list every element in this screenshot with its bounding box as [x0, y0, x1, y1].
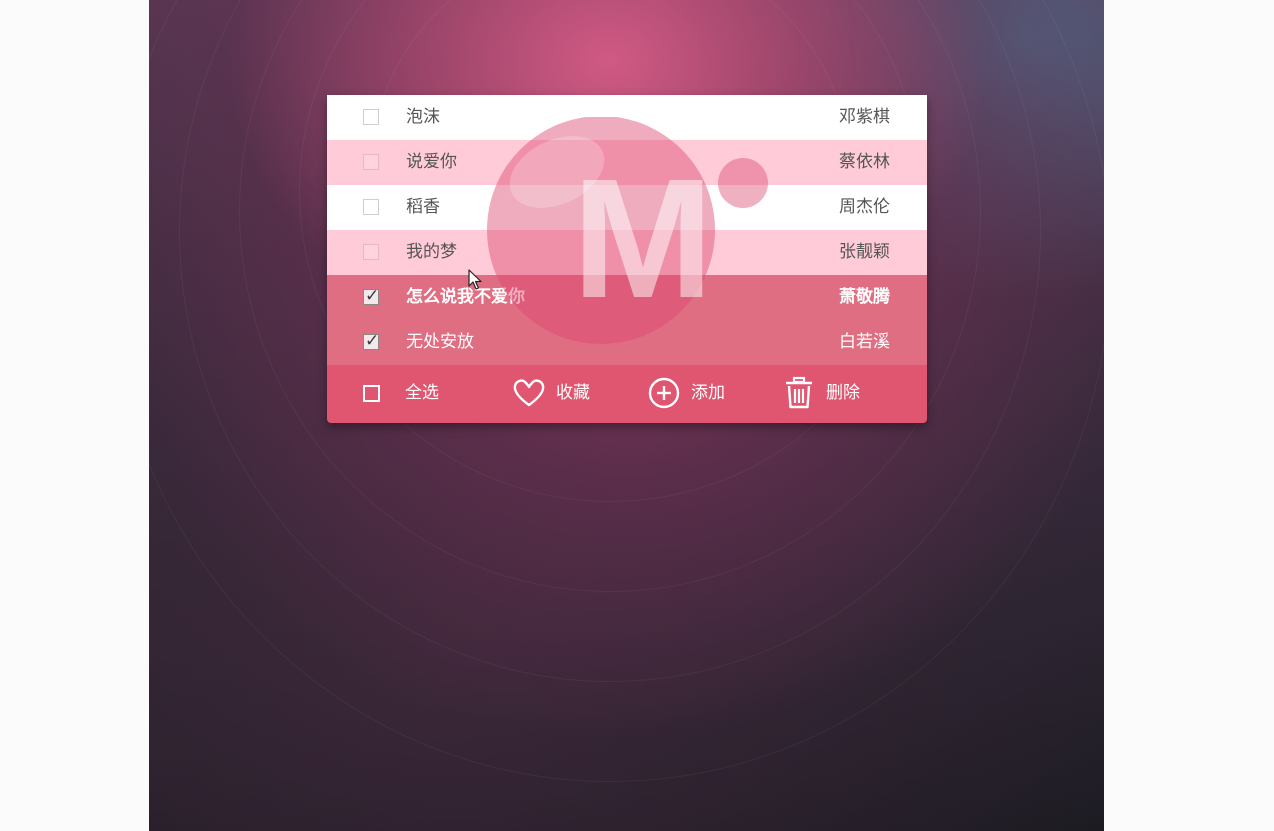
plus-circle-icon[interactable] — [647, 376, 681, 410]
select-all-checkbox[interactable] — [363, 385, 380, 402]
song-artist: 白若溪 — [839, 332, 890, 352]
song-row[interactable]: 泡沫 邓紫棋 — [327, 95, 927, 140]
song-title: 泡沫 — [406, 107, 440, 127]
song-row[interactable]: ✓ 怎么说我不爱你 萧敬腾 — [327, 275, 927, 320]
select-all-label[interactable]: 全选 — [405, 382, 439, 404]
song-checkbox[interactable] — [363, 199, 379, 215]
delete-button[interactable]: 删除 — [826, 382, 860, 404]
song-title: 说爱你 — [406, 152, 457, 172]
song-title: 我的梦 — [406, 242, 457, 262]
song-artist: 周杰伦 — [839, 197, 890, 217]
mouse-cursor-icon — [468, 269, 482, 290]
song-title: 稻香 — [406, 197, 440, 217]
song-artist: 萧敬腾 — [839, 287, 890, 307]
song-list-panel: 泡沫 邓紫棋 说爱你 蔡依林 稻香 周杰伦 我的梦 张靓颖 ✓ 怎么说我不爱你 … — [327, 95, 927, 423]
song-checkbox[interactable] — [363, 109, 379, 125]
heart-icon[interactable] — [512, 376, 546, 410]
song-checkbox[interactable]: ✓ — [363, 286, 380, 306]
song-row[interactable]: 说爱你 蔡依林 — [327, 140, 927, 185]
add-button[interactable]: 添加 — [691, 382, 725, 404]
song-row[interactable]: 稻香 周杰伦 — [327, 185, 927, 230]
checkmark-icon: ✓ — [365, 331, 380, 351]
trash-icon[interactable] — [782, 376, 816, 410]
song-artist: 蔡依林 — [839, 152, 890, 172]
song-checkbox[interactable] — [363, 154, 379, 170]
favorite-button[interactable]: 收藏 — [556, 382, 590, 404]
song-checkbox[interactable] — [363, 244, 379, 260]
song-artist: 张靓颖 — [839, 242, 890, 262]
song-title: 怎么说我不爱你 — [406, 287, 525, 307]
toolbar-footer: 全选 收藏 添加 删除 — [327, 365, 927, 423]
song-row[interactable]: 我的梦 张靓颖 — [327, 230, 927, 275]
song-artist: 邓紫棋 — [839, 107, 890, 127]
song-checkbox[interactable]: ✓ — [363, 331, 380, 351]
song-title: 无处安放 — [406, 332, 474, 352]
song-row[interactable]: ✓ 无处安放 白若溪 — [327, 320, 927, 365]
checkmark-icon: ✓ — [365, 286, 380, 306]
